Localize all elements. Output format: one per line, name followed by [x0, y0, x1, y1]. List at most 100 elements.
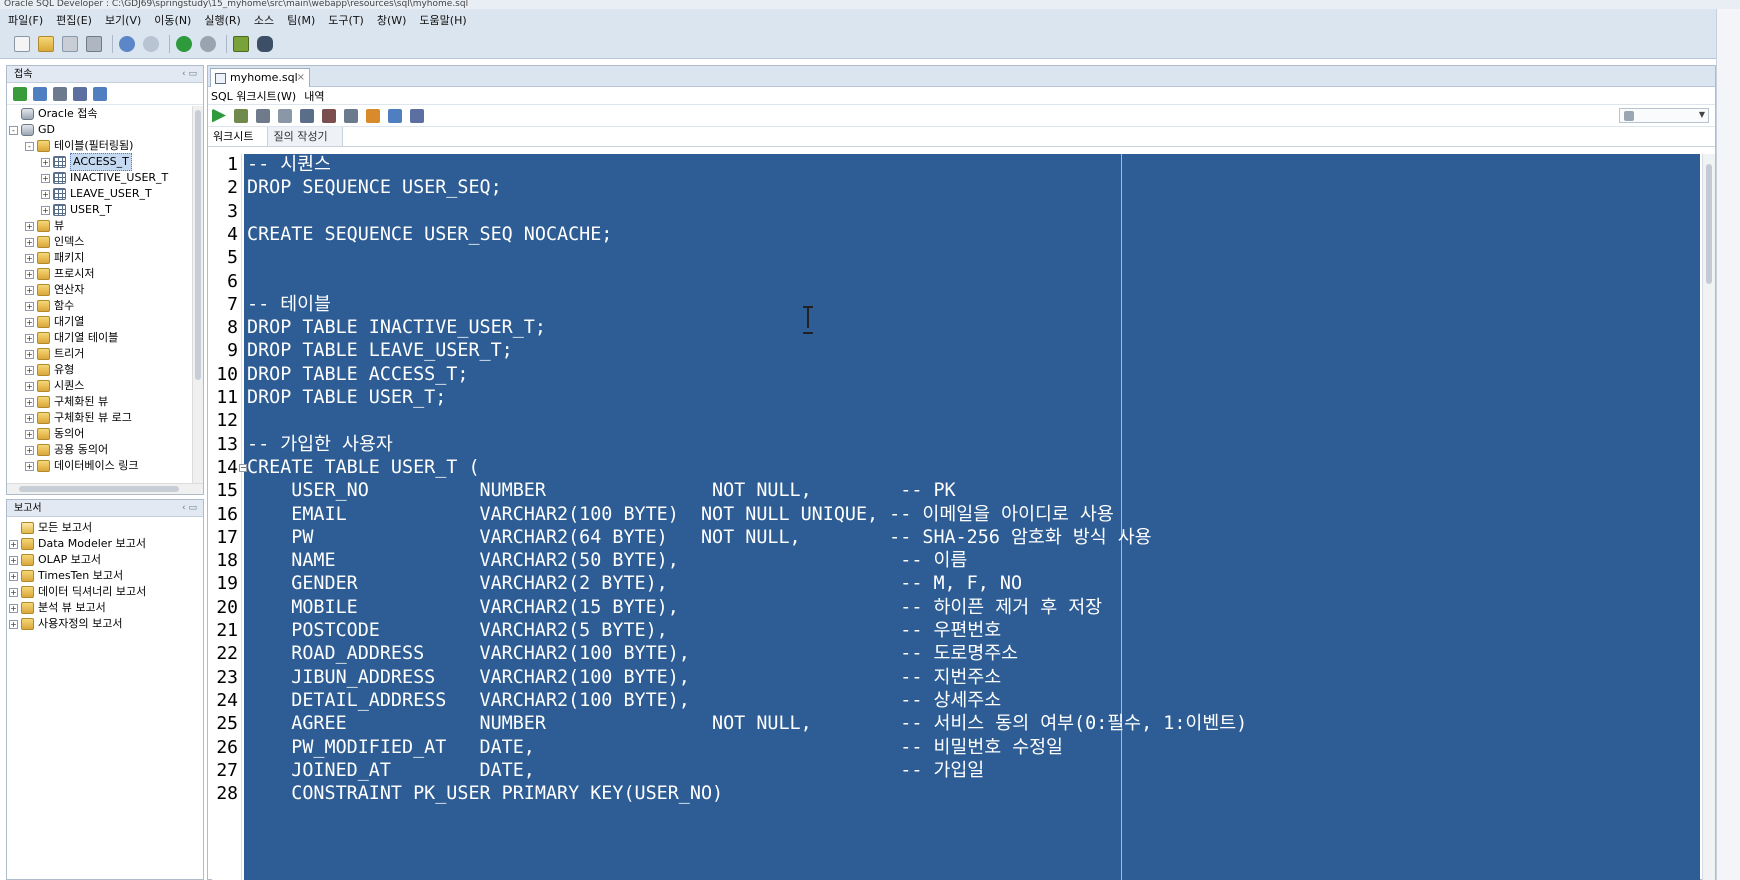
menu-edit[interactable]: 편집(E) — [56, 12, 92, 28]
expand-toggle-icon[interactable]: + — [25, 253, 34, 263]
explain-plan-icon[interactable] — [256, 108, 270, 123]
menu-run[interactable]: 실행(R) — [204, 12, 240, 28]
expand-toggle-icon[interactable]: + — [9, 571, 18, 581]
save-all-icon[interactable] — [86, 36, 102, 52]
collapse-icon[interactable] — [93, 86, 107, 101]
expand-toggle-icon[interactable]: + — [41, 189, 50, 199]
menu-source[interactable]: 소스 — [254, 12, 274, 28]
undo-icon[interactable] — [119, 36, 135, 52]
tree-item[interactable]: + OLAP 보고서 — [7, 552, 191, 568]
tree-item[interactable]: + 데이터베이스 링크 — [7, 458, 191, 474]
menu-view[interactable]: 보기(V) — [105, 12, 141, 28]
tree-item[interactable]: - GD — [7, 122, 191, 138]
run-sql-icon[interactable] — [233, 36, 249, 52]
tree-item[interactable]: + 구체화된 뷰 — [7, 394, 191, 410]
menu-tools[interactable]: 도구(T) — [328, 12, 364, 28]
run-statement-icon[interactable] — [212, 108, 226, 123]
editor-vertical-scrollbar[interactable] — [1702, 154, 1715, 880]
add-connection-icon[interactable] — [13, 86, 27, 101]
tab-myhome-sql[interactable]: myhome.sql × — [210, 68, 310, 87]
back-icon[interactable] — [176, 36, 192, 52]
tree-item[interactable]: + 대기열 — [7, 314, 191, 330]
tree-item[interactable]: - 테이블(필터링됨) — [7, 138, 191, 154]
tree-item[interactable]: + 함수 — [7, 298, 191, 314]
fold-toggle-icon[interactable]: − — [239, 463, 247, 472]
format-icon[interactable] — [410, 108, 424, 123]
tree-item[interactable]: + 시퀀스 — [7, 378, 191, 394]
tree-item[interactable]: + Data Modeler 보고서 — [7, 536, 191, 552]
tree-item[interactable]: + 패키지 — [7, 250, 191, 266]
new-file-icon[interactable] — [14, 36, 30, 52]
expand-toggle-icon[interactable]: + — [25, 445, 34, 455]
expand-toggle-icon[interactable]: + — [25, 461, 34, 471]
tree-item[interactable]: + 연산자 — [7, 282, 191, 298]
tree-item[interactable]: 모든 보고서 — [7, 520, 191, 536]
connections-horizontal-scrollbar[interactable] — [7, 483, 203, 494]
run-script-icon[interactable] — [234, 108, 248, 123]
expand-toggle-icon[interactable]: + — [9, 555, 18, 565]
unshared-sql-icon[interactable] — [344, 108, 358, 123]
panel-minimize-icon[interactable]: ‹ ▭ — [182, 66, 197, 83]
expand-toggle-icon[interactable]: + — [25, 365, 34, 375]
tree-item[interactable]: + 분석 뷰 보고서 — [7, 600, 191, 616]
expand-toggle-icon[interactable]: + — [25, 285, 34, 295]
tab-sql-worksheet[interactable]: SQL 워크시트(W) — [211, 88, 296, 104]
schema-browser-icon[interactable] — [73, 86, 87, 101]
expand-toggle-icon[interactable]: + — [25, 269, 34, 279]
forward-icon[interactable] — [200, 36, 216, 52]
collapse-toggle-icon[interactable]: - — [25, 141, 34, 151]
expand-toggle-icon[interactable]: + — [25, 333, 34, 343]
expand-toggle-icon[interactable]: + — [9, 603, 18, 613]
tree-item[interactable]: + TimesTen 보고서 — [7, 568, 191, 584]
clear-icon[interactable] — [366, 108, 380, 123]
tree-item[interactable]: + USER_T — [7, 202, 191, 218]
tree-item[interactable]: + 데이터 딕셔너리 보고서 — [7, 584, 191, 600]
binoculars-icon[interactable] — [257, 36, 273, 52]
expand-toggle-icon[interactable]: + — [25, 381, 34, 391]
connection-select[interactable]: ▼ — [1619, 108, 1709, 123]
menu-window[interactable]: 창(W) — [377, 12, 407, 28]
tab-history[interactable]: 내역 — [304, 88, 324, 104]
tree-item[interactable]: + 인덱스 — [7, 234, 191, 250]
tab-query-builder[interactable]: 질의 작성기 — [268, 127, 343, 146]
tree-item[interactable]: + 프로시저 — [7, 266, 191, 282]
expand-toggle-icon[interactable]: + — [25, 237, 34, 247]
expand-toggle-icon[interactable]: + — [25, 221, 34, 231]
expand-toggle-icon[interactable]: + — [25, 413, 34, 423]
sql-history-icon[interactable] — [388, 108, 402, 123]
rollback-icon[interactable] — [322, 108, 336, 123]
tab-worksheet[interactable]: 워크시트 — [208, 127, 269, 146]
tree-item[interactable]: + 유형 — [7, 362, 191, 378]
tree-item[interactable]: + 사용자정의 보고서 — [7, 616, 191, 632]
refresh-icon[interactable] — [33, 86, 47, 101]
panel-minimize-icon[interactable]: ‹ ▭ — [182, 500, 197, 517]
tree-item[interactable]: + ACCESS_T — [7, 153, 191, 171]
tree-item[interactable]: + 트리거 — [7, 346, 191, 362]
expand-toggle-icon[interactable]: + — [25, 429, 34, 439]
tree-item[interactable]: Oracle 접속 — [7, 106, 191, 122]
tree-item[interactable]: + LEAVE_USER_T — [7, 186, 191, 202]
close-tab-icon[interactable]: × — [297, 69, 305, 87]
commit-icon[interactable] — [300, 108, 314, 123]
expand-toggle-icon[interactable]: + — [25, 397, 34, 407]
tree-item[interactable]: + 대기열 테이블 — [7, 330, 191, 346]
menu-navigate[interactable]: 이동(N) — [154, 12, 191, 28]
tree-item[interactable]: + 구체화된 뷰 로그 — [7, 410, 191, 426]
filter-icon[interactable] — [53, 86, 67, 101]
expand-toggle-icon[interactable]: + — [41, 205, 50, 215]
collapse-toggle-icon[interactable]: - — [9, 125, 18, 135]
expand-toggle-icon[interactable]: + — [25, 317, 34, 327]
open-folder-icon[interactable] — [38, 36, 54, 52]
expand-toggle-icon[interactable]: + — [41, 173, 50, 183]
menu-help[interactable]: 도움말(H) — [419, 12, 466, 28]
autotrace-icon[interactable] — [278, 108, 292, 123]
tree-item[interactable]: + 공용 동의어 — [7, 442, 191, 458]
save-icon[interactable] — [62, 36, 78, 52]
connections-vertical-scrollbar[interactable] — [192, 106, 203, 492]
tree-item[interactable]: + 뷰 — [7, 218, 191, 234]
expand-toggle-icon[interactable]: + — [9, 587, 18, 597]
redo-icon[interactable] — [143, 36, 159, 52]
menu-file[interactable]: 파일(F) — [8, 12, 43, 28]
expand-toggle-icon[interactable]: + — [25, 301, 34, 311]
expand-toggle-icon[interactable]: + — [41, 157, 50, 167]
